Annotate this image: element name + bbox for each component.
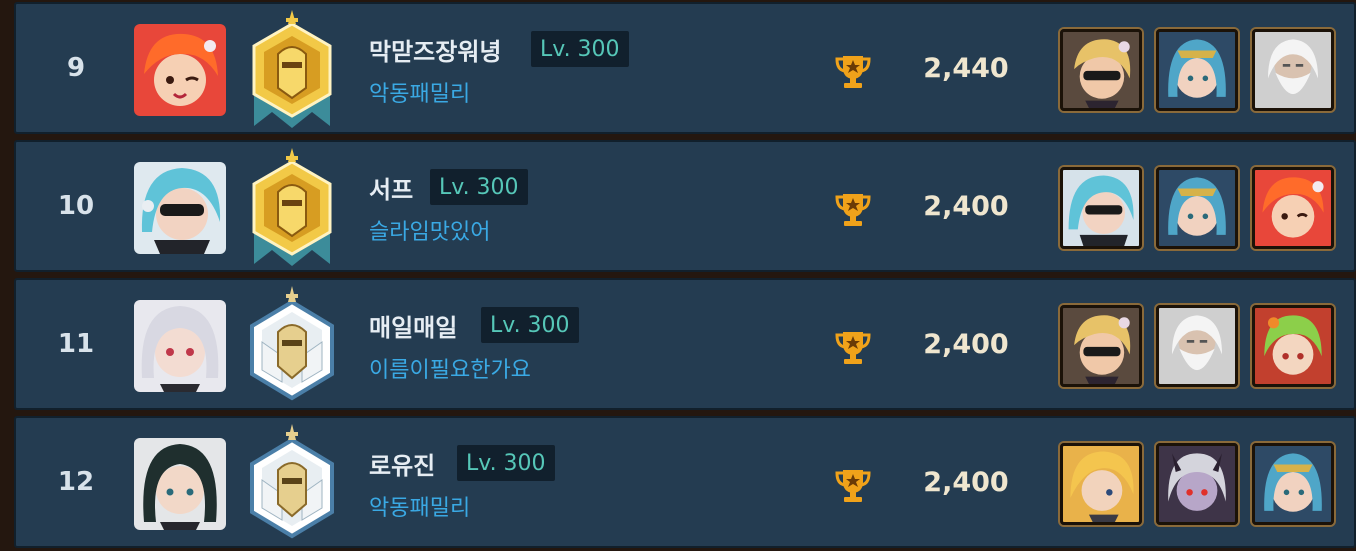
blue-hair-priestess-hero-icon[interactable] <box>1156 167 1238 249</box>
ranking-row[interactable]: 11 매일매일 Lv. 300 이름이필요한가요 2,400 <box>14 278 1356 410</box>
rank-number: 9 <box>66 53 86 83</box>
guild-name[interactable]: 이름이필요한가요 <box>369 352 531 384</box>
ranking-row[interactable]: 12 로유진 Lv. 300 악동패밀리 2,400 <box>14 416 1356 548</box>
blonde-swordsman-hero-icon[interactable] <box>1060 443 1142 525</box>
level-badge: Lv. 300 <box>531 31 629 67</box>
trophy-icon <box>834 466 872 504</box>
rank-number: 10 <box>57 191 95 221</box>
blue-hair-sunglasses-hero-icon[interactable] <box>1060 167 1142 249</box>
sunglasses-blonde-hero-icon[interactable] <box>1060 29 1142 111</box>
orange-hair-girl-avatar[interactable] <box>134 24 226 116</box>
rank-number: 12 <box>57 467 95 497</box>
guild-name[interactable]: 슬라임맛있어 <box>369 214 490 246</box>
gold-rank-emblem <box>242 6 342 134</box>
level-badge: Lv. 300 <box>430 169 528 205</box>
dark-hair-girl-avatar[interactable] <box>134 438 226 530</box>
blue-hair-priestess-hero-icon[interactable] <box>1252 443 1334 525</box>
guild-name[interactable]: 악동패밀리 <box>369 76 470 108</box>
player-name: 로유진 <box>369 452 436 480</box>
blue-hair-priestess-hero-icon[interactable] <box>1156 29 1238 111</box>
white-bearded-sage-hero-icon[interactable] <box>1252 29 1334 111</box>
trophy-icon <box>834 190 872 228</box>
silver-rank-emblem <box>242 420 342 548</box>
guild-name[interactable]: 악동패밀리 <box>369 490 470 522</box>
player-name: 막맏즈장워녕 <box>369 38 502 66</box>
trophy-icon <box>834 52 872 90</box>
orange-hair-girl-hero-icon[interactable] <box>1252 167 1334 249</box>
score-value: 2,400 <box>923 190 1009 222</box>
level-badge: Lv. 300 <box>457 445 555 481</box>
player-name: 서프 <box>369 176 414 204</box>
level-badge: Lv. 300 <box>481 307 579 343</box>
ranking-row[interactable]: 9 막맏즈장워녕 Lv. 300 악동패밀리 2,440 <box>14 2 1356 134</box>
dark-demon-hero-icon[interactable] <box>1156 443 1238 525</box>
score-value: 2,400 <box>923 466 1009 498</box>
trophy-icon <box>834 328 872 366</box>
score-value: 2,400 <box>923 328 1009 360</box>
ranking-row[interactable]: 10 서프 Lv. 300 슬라임맛있어 2,400 <box>14 140 1356 272</box>
white-hair-girl-avatar[interactable] <box>134 300 226 392</box>
white-bearded-sage-hero-icon[interactable] <box>1156 305 1238 387</box>
sunglasses-blonde-hero-icon[interactable] <box>1060 305 1142 387</box>
blue-hair-sunglasses-avatar[interactable] <box>134 162 226 254</box>
score-value: 2,440 <box>923 52 1009 84</box>
green-hair-elf-hero-icon[interactable] <box>1252 305 1334 387</box>
player-name: 매일매일 <box>369 314 458 342</box>
rank-number: 11 <box>57 329 95 359</box>
ranking-list: 9 막맏즈장워녕 Lv. 300 악동패밀리 2,440 10 서프 Lv. 3… <box>0 0 1356 551</box>
gold-rank-emblem <box>242 144 342 272</box>
silver-rank-emblem <box>242 282 342 410</box>
